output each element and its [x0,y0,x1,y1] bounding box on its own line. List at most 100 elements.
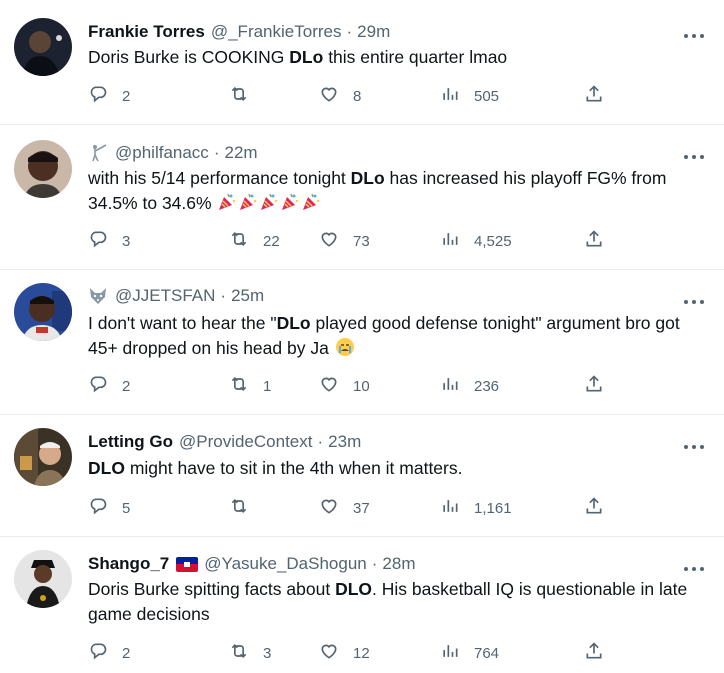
tweet-header: @philfanacc · 22m [88,142,258,164]
tweet[interactable]: @philfanacc · 22m with his 5/14 performance… [0,124,724,269]
like-button[interactable]: 37 [319,497,370,519]
display-name[interactable]: Shango_7 [88,553,169,575]
retweet-button[interactable] [229,85,263,107]
heart-icon [319,84,339,108]
share-icon [584,641,604,665]
views-button[interactable]: 236 [440,375,499,397]
crying-face-icon [335,337,355,364]
like-button[interactable]: 12 [319,642,370,664]
tweet-actions: 3 22 73 4,525 [88,230,708,252]
retweet-icon [229,496,249,520]
heart-icon [319,641,339,665]
more-icon[interactable] [682,27,706,41]
user-handle[interactable]: @Yasuke_DaShogun [204,553,367,575]
tweet-header: Letting Go @ProvideContext · 23m [88,431,361,453]
views-count: 236 [474,377,500,395]
separator-dot: · [220,286,227,305]
heart-icon [319,229,339,253]
avatar[interactable] [14,283,72,341]
text-segment: Doris Burke spitting facts about [88,579,336,599]
like-button[interactable]: 8 [319,85,361,107]
tweet[interactable]: Letting Go @ProvideContext · 23m DLO might h… [0,414,724,536]
text-segment: might have to sit in the 4th when it mat… [124,458,463,478]
like-count: 10 [353,377,370,395]
more-icon[interactable] [682,438,706,452]
share-button[interactable] [584,642,604,664]
heart-icon [319,496,339,520]
retweet-button[interactable]: 22 [229,230,280,252]
reply-count: 3 [122,232,131,250]
tweet-text: I don't want to hear the "DLo played goo… [88,311,708,364]
like-count: 12 [353,644,370,662]
timestamp[interactable]: 23m [328,431,361,453]
reply-button[interactable]: 2 [88,375,130,397]
like-button[interactable]: 10 [319,375,370,397]
share-icon [584,229,604,253]
more-icon[interactable] [682,148,706,162]
wolf-icon [88,286,108,306]
retweet-icon [229,84,249,108]
reply-button[interactable]: 5 [88,497,130,519]
mention-bold: DLo [289,47,324,67]
more-icon[interactable] [682,293,706,307]
avatar[interactable] [14,428,72,486]
more-icon[interactable] [682,560,706,574]
mention-bold: DLo [276,313,311,333]
avatar[interactable] [14,550,72,608]
display-name[interactable]: Letting Go [88,431,173,453]
party-popper-icon [301,192,321,219]
reply-button[interactable]: 2 [88,85,130,107]
share-button[interactable] [584,85,604,107]
heart-icon [319,374,339,398]
user-handle[interactable]: @philfanacc [115,142,209,164]
display-name[interactable]: Frankie Torres [88,21,205,43]
tweet-actions: 2 3 12 764 [88,642,708,664]
timestamp[interactable]: 25m [231,285,264,307]
share-icon [584,84,604,108]
share-button[interactable] [584,375,604,397]
share-button[interactable] [584,230,604,252]
tweet[interactable]: Frankie Torres @_FrankieTorres · 29m Doris B… [0,0,724,124]
tweet-actions: 5 37 1,161 [88,497,708,519]
share-icon [584,374,604,398]
user-handle[interactable]: @_FrankieTorres [211,21,342,43]
views-button[interactable]: 4,525 [440,230,512,252]
like-count: 37 [353,499,370,517]
reply-button[interactable]: 3 [88,230,130,252]
retweet-count: 22 [263,232,280,250]
user-handle[interactable]: @ProvideContext [179,431,313,453]
timestamp[interactable]: 28m [382,553,415,575]
reply-count: 5 [122,499,131,517]
reply-button[interactable]: 2 [88,642,130,664]
mention-bold: DLO [335,579,373,599]
text-segment: I don't want to hear the " [88,313,277,333]
retweet-button[interactable]: 3 [229,642,271,664]
like-button[interactable]: 73 [319,230,370,252]
avatar[interactable] [14,18,72,76]
timestamp[interactable]: 22m [224,142,257,164]
tweet-header: Shango_7 @Yasuke_DaShogun · 28m [88,553,416,575]
retweet-button[interactable]: 1 [229,375,271,397]
views-button[interactable]: 1,161 [440,497,512,519]
party-popper-icon [259,192,279,219]
share-button[interactable] [584,497,604,519]
separator-dot: · [317,432,324,451]
separator-dot: · [213,143,220,162]
reply-icon [88,374,108,398]
text-segment: with his 5/14 performance tonight [88,168,351,188]
fencer-icon [88,143,108,163]
timestamp[interactable]: 29m [357,21,390,43]
reply-count: 2 [122,377,131,395]
share-icon [584,496,604,520]
avatar[interactable] [14,140,72,198]
views-button[interactable]: 764 [440,642,499,664]
user-handle[interactable]: @JJETSFAN [115,285,215,307]
views-button[interactable]: 505 [440,85,499,107]
like-count: 8 [353,87,362,105]
retweet-button[interactable] [229,497,263,519]
tweet-actions: 2 8 505 [88,85,708,107]
reply-icon [88,229,108,253]
tweet[interactable]: Shango_7 @Yasuke_DaShogun · 28m Doris Burke … [0,536,724,673]
tweet[interactable]: @JJETSFAN · 25m I don't want to hear the "D… [0,269,724,414]
like-count: 73 [353,232,370,250]
